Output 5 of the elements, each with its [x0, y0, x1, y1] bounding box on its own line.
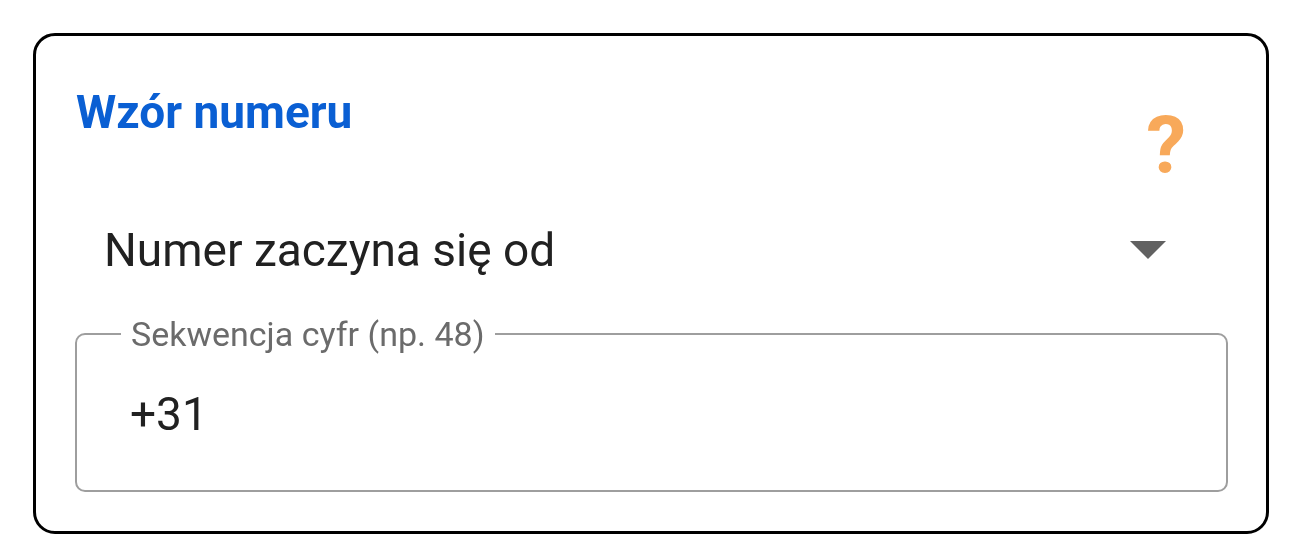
- field-value: +31: [130, 386, 208, 442]
- card-title: Wzór numeru: [76, 84, 353, 140]
- dropdown[interactable]: Numer zaczyna się od: [104, 210, 1166, 290]
- field-label: Sekwencja cyfr (np. 48): [130, 313, 486, 356]
- caret-icon: [1130, 241, 1166, 259]
